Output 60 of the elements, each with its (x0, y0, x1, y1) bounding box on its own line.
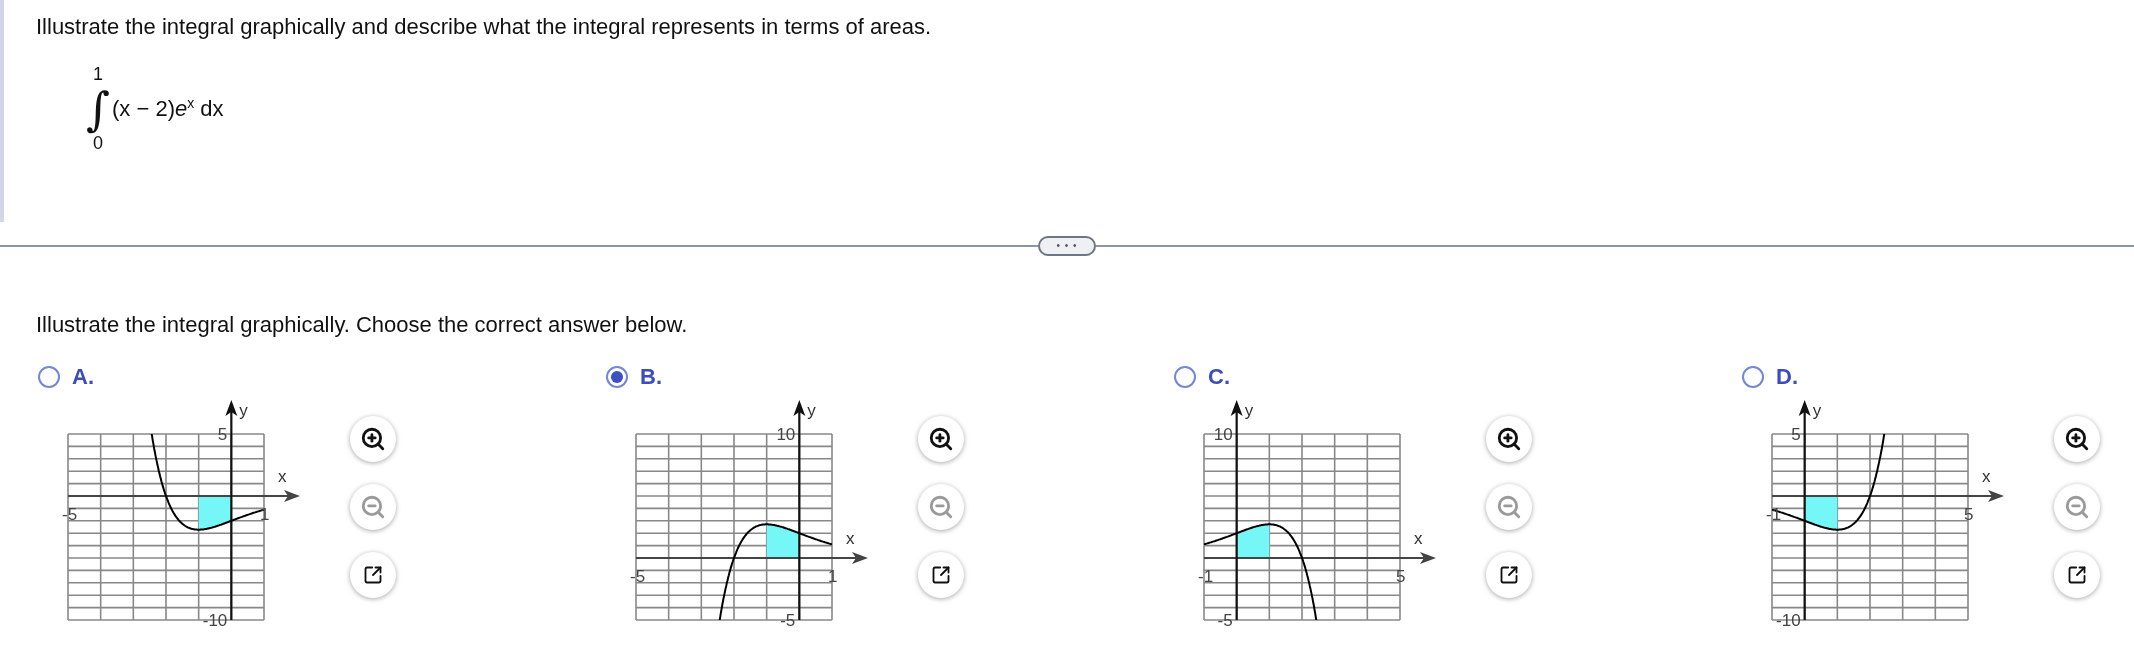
zoom-in-button[interactable] (918, 416, 964, 462)
zoom-in-icon (928, 426, 954, 452)
zoom-out-icon (1496, 494, 1522, 520)
popout-icon (1499, 565, 1519, 585)
tick-label: -5 (780, 611, 796, 630)
tick-label: 10 (1213, 425, 1233, 444)
popout-button[interactable] (2054, 552, 2100, 598)
upper-limit: 1 (93, 64, 103, 85)
zoom-out-icon (928, 494, 954, 520)
tick-label: -5 (630, 567, 646, 586)
popout-icon (931, 565, 951, 585)
zoom-in-button[interactable] (1486, 416, 1532, 462)
prompt-text: Illustrate the integral graphically. Choose the correct answer below. (36, 312, 689, 338)
zoom-in-icon (1496, 426, 1522, 452)
tick-label: 5 (1964, 505, 1974, 524)
tick-label: -1 (1766, 505, 1782, 524)
popout-button[interactable] (918, 552, 964, 598)
axis-label: y (1812, 401, 1822, 420)
zoom-in-button[interactable] (2054, 416, 2100, 462)
zoom-in-icon (2064, 426, 2090, 452)
tick-label: 5 (217, 425, 228, 444)
axis-label: y (1244, 401, 1254, 420)
axis-label: y (239, 401, 248, 420)
tick-label: 5 (1396, 567, 1406, 586)
radio-button[interactable] (1742, 366, 1764, 388)
tick-label: 10 (776, 425, 796, 444)
tick-label: -5 (62, 505, 78, 524)
axis-label: x (1414, 529, 1423, 548)
tick-label: -10 (202, 611, 228, 630)
option-letter: D. (1776, 364, 1798, 390)
zoom-in-button[interactable] (350, 416, 396, 462)
tick-label: 1 (260, 505, 270, 524)
tick-label: -5 (1217, 611, 1233, 630)
option-letter: C. (1208, 364, 1230, 390)
shaded-region (1236, 524, 1270, 558)
axis-label: x (1982, 467, 1991, 486)
axis-label: x (846, 529, 855, 548)
radio-button[interactable] (38, 366, 60, 388)
popout-icon (363, 565, 383, 585)
option-letter: B. (640, 364, 662, 390)
tick-label: 5 (1791, 425, 1801, 444)
question-text: Illustrate the integral graphically and describe what the integral represents in terms of areas. (36, 14, 932, 40)
axis-label: x (278, 467, 287, 486)
popout-button[interactable] (1486, 552, 1532, 598)
integrand: (x − 2)e$^{x}$ dx (112, 95, 224, 123)
option-letter: A. (72, 364, 94, 390)
zoom-in-icon (360, 426, 386, 452)
tick-label: -10 (1776, 611, 1801, 630)
radio-button[interactable] (1174, 366, 1196, 388)
zoom-out-icon (2064, 494, 2090, 520)
popout-button[interactable] (350, 552, 396, 598)
lower-limit: 0 (93, 133, 103, 155)
popout-icon (2067, 565, 2087, 585)
expand-button[interactable]: • • • (1038, 236, 1096, 256)
shaded-region (766, 524, 800, 558)
tick-label: -1 (1198, 567, 1214, 586)
tick-label: 1 (828, 567, 838, 586)
zoom-out-icon (360, 494, 386, 520)
radio-button[interactable] (606, 366, 628, 388)
axis-label: y (807, 401, 816, 420)
